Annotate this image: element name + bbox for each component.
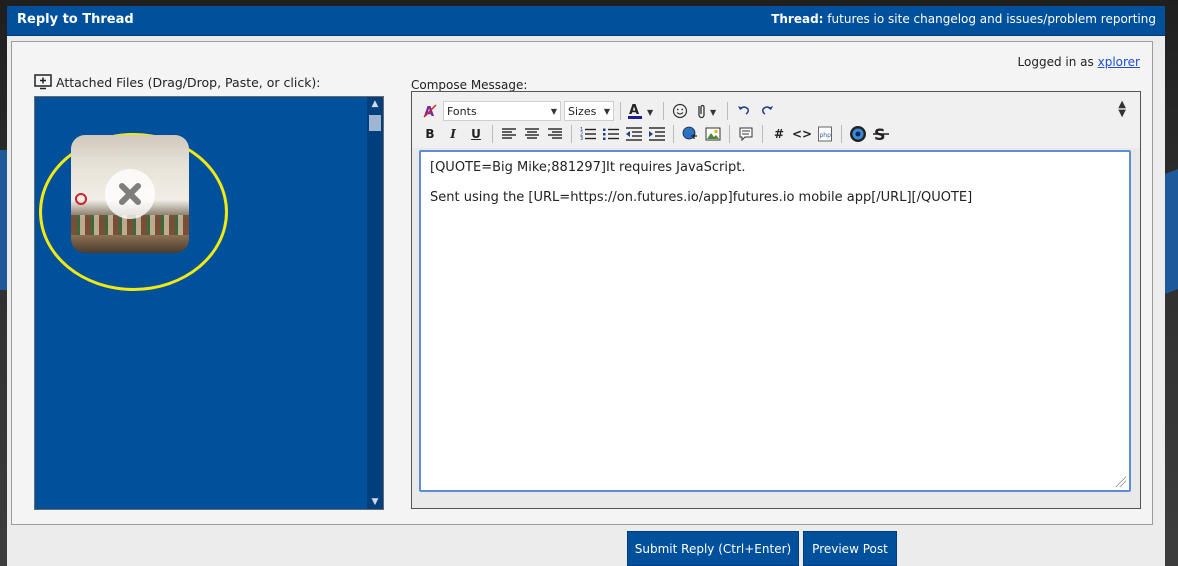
ordered-list-icon[interactable]: 123	[578, 124, 598, 144]
svg-text:3: 3	[580, 136, 583, 141]
message-line: [QUOTE=Big Mike;881297]It requires JavaS…	[430, 160, 746, 175]
toolbar-separator	[620, 102, 621, 120]
code-icon[interactable]: <>	[792, 124, 812, 144]
smiley-icon[interactable]	[670, 101, 690, 121]
close-icon	[119, 183, 141, 205]
username-link[interactable]: xplorer	[1098, 55, 1140, 69]
hash-icon[interactable]: #	[769, 124, 789, 144]
editor-toolbar: A Fonts ▼ Sizes ▼ A▼	[412, 92, 1140, 148]
chevron-down-icon: ▼	[603, 106, 610, 116]
toolbar-separator	[727, 102, 728, 120]
message-line: Sent using the [URL=https://on.futures.i…	[430, 190, 973, 205]
reply-panel: Reply to Thread Thread: futures io site …	[7, 6, 1165, 566]
attachment-dropzone[interactable]: ▲ ▼	[34, 96, 384, 510]
italic-icon[interactable]: I	[443, 124, 463, 144]
php-icon[interactable]: php	[815, 124, 835, 144]
scroll-thumb[interactable]	[369, 115, 381, 131]
toolbar-separator	[841, 125, 842, 143]
align-right-icon[interactable]	[545, 124, 565, 144]
outdent-icon[interactable]	[624, 124, 644, 144]
redo-icon[interactable]	[757, 101, 777, 121]
message-textarea[interactable]: [QUOTE=Big Mike;881297]It requires JavaS…	[419, 150, 1131, 492]
preview-post-button[interactable]: Preview Post	[803, 531, 897, 566]
align-center-icon[interactable]	[522, 124, 542, 144]
align-left-icon[interactable]	[499, 124, 519, 144]
reply-form: Logged in as xplorer Attached Files (Dra…	[11, 41, 1153, 525]
toolbar-separator	[673, 125, 674, 143]
login-status: Logged in as xplorer	[1018, 55, 1140, 69]
submit-reply-button[interactable]: Submit Reply (Ctrl+Enter)	[627, 531, 799, 566]
resize-handle-icon[interactable]	[1114, 475, 1126, 487]
remove-attachment-button[interactable]	[105, 169, 155, 219]
thread-info: Thread: futures io site changelog and is…	[771, 12, 1156, 26]
photo-sign	[75, 193, 87, 205]
underline-icon[interactable]: U	[466, 124, 486, 144]
compose-label: Compose Message:	[411, 78, 528, 92]
svg-text:▼: ▼	[647, 108, 654, 117]
undo-icon[interactable]	[734, 101, 754, 121]
font-select-value: Fonts	[447, 104, 477, 118]
image-icon[interactable]	[703, 124, 723, 144]
attachment-scrollbar[interactable]: ▲ ▼	[367, 97, 383, 509]
scroll-down-icon[interactable]: ▼	[367, 495, 383, 509]
attachments-label-row: Attached Files (Drag/Drop, Paste, or cli…	[34, 74, 321, 90]
toolbar-separator	[729, 125, 730, 143]
panel-title: Reply to Thread	[17, 12, 134, 27]
thread-name: futures io site changelog and issues/pro…	[827, 12, 1156, 26]
video-icon[interactable]	[848, 124, 868, 144]
toolbar-row-1: A Fonts ▼ Sizes ▼ A▼	[420, 100, 777, 122]
attachments-label: Attached Files (Drag/Drop, Paste, or cli…	[56, 74, 321, 90]
chevron-down-icon: ▼	[550, 106, 557, 116]
font-select[interactable]: Fonts ▼	[443, 101, 561, 121]
toolbar-separator	[492, 125, 493, 143]
thread-label: Thread:	[771, 12, 824, 26]
bold-icon[interactable]: B	[420, 124, 440, 144]
panel-header: Reply to Thread Thread: futures io site …	[7, 6, 1165, 36]
svg-text:A: A	[629, 103, 639, 118]
add-attachment-icon[interactable]	[34, 74, 52, 90]
svg-text:▼: ▼	[710, 108, 717, 117]
link-icon[interactable]	[680, 124, 700, 144]
toolbar-separator	[663, 102, 664, 120]
toolbar-separator	[571, 125, 572, 143]
toolbar-toggle-icon[interactable]: ▲ ▼	[1118, 100, 1126, 119]
scroll-up-icon[interactable]: ▲	[367, 97, 383, 111]
svg-text:php: php	[820, 132, 832, 139]
login-prefix: Logged in as	[1017, 55, 1094, 69]
quote-icon[interactable]	[736, 124, 756, 144]
size-select[interactable]: Sizes ▼	[564, 101, 614, 121]
toolbar-row-2: B I U 123 # <> php S	[420, 123, 891, 145]
strike-icon[interactable]: S	[871, 124, 891, 144]
attachment-thumbnail[interactable]	[71, 135, 189, 253]
message-editor: A Fonts ▼ Sizes ▼ A▼	[411, 91, 1141, 509]
toolbar-separator	[762, 125, 763, 143]
attach-icon[interactable]: ▼	[693, 101, 721, 121]
indent-icon[interactable]	[647, 124, 667, 144]
remove-format-icon[interactable]: A	[420, 101, 440, 121]
size-select-value: Sizes	[568, 104, 597, 118]
unordered-list-icon[interactable]	[601, 124, 621, 144]
font-color-icon[interactable]: A ▼	[627, 101, 657, 121]
